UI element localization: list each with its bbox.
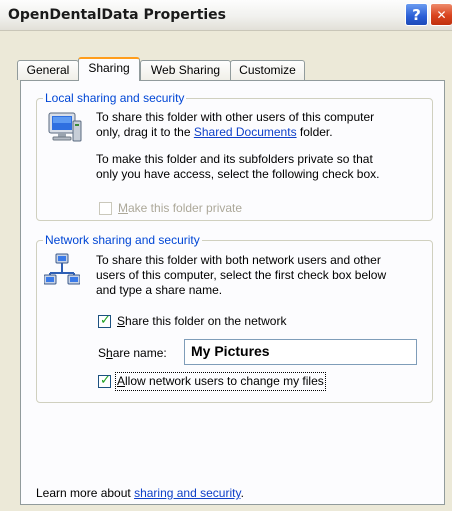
shared-documents-link[interactable]: Shared Documents	[194, 125, 297, 139]
tab-general[interactable]: General	[17, 60, 79, 80]
local-text-line4: only you have access, select the followi…	[96, 167, 380, 181]
checkmark-icon: ✓	[100, 373, 111, 388]
title-bar[interactable]: OpenDentalData Properties ? ✕	[0, 0, 452, 31]
local-text-line1: To share this folder with other users of…	[96, 110, 375, 124]
learn-more-text: Learn more about sharing and security.	[36, 486, 244, 501]
close-icon: ✕	[436, 7, 447, 22]
share-name-label: Share name:	[98, 346, 167, 360]
local-text-line3: To make this folder and its subfolders p…	[96, 152, 373, 166]
learn-more-suffix: .	[240, 486, 244, 500]
sharing-security-link[interactable]: sharing and security	[134, 486, 241, 500]
learn-more-prefix: Learn more about	[36, 486, 135, 500]
help-icon: ?	[412, 5, 421, 24]
make-private-label: Make this folder private	[118, 201, 243, 215]
sharing-tab-panel: Local sharing and security To share this…	[20, 80, 445, 505]
computer-icon	[48, 112, 82, 142]
share-folder-label: Share this folder on the network	[117, 314, 287, 328]
network-text-line1: To share this folder with both network u…	[96, 253, 381, 267]
close-button[interactable]: ✕	[430, 3, 452, 26]
network-text-line3: and type a share name.	[96, 283, 223, 297]
tab-customize[interactable]: Customize	[230, 60, 305, 80]
local-sharing-legend: Local sharing and security	[45, 91, 185, 105]
network-sharing-legend: Network sharing and security	[45, 233, 200, 247]
share-name-input[interactable]: My Pictures	[184, 339, 417, 365]
make-private-checkbox[interactable]	[99, 202, 112, 215]
help-button[interactable]: ?	[405, 3, 428, 26]
tab-sharing[interactable]: Sharing	[78, 57, 140, 81]
local-text-line2-pre: only, drag it to the	[96, 125, 194, 139]
local-text-line2: only, drag it to the Shared Documents fo…	[96, 125, 333, 140]
share-folder-checkbox[interactable]: ✓	[98, 313, 111, 328]
local-text-line2-post: folder.	[296, 125, 333, 139]
network-text-line2: users of this computer, select the first…	[96, 268, 387, 282]
network-icon	[44, 253, 80, 285]
tab-web-sharing[interactable]: Web Sharing	[140, 60, 231, 80]
allow-change-label: Allow network users to change my files	[115, 372, 326, 391]
checkmark-icon: ✓	[100, 313, 111, 328]
properties-dialog: OpenDentalData Properties ? ✕ General Sh…	[0, 0, 452, 511]
allow-change-checkbox[interactable]: ✓	[98, 373, 111, 388]
window-title: OpenDentalData Properties	[8, 7, 227, 23]
